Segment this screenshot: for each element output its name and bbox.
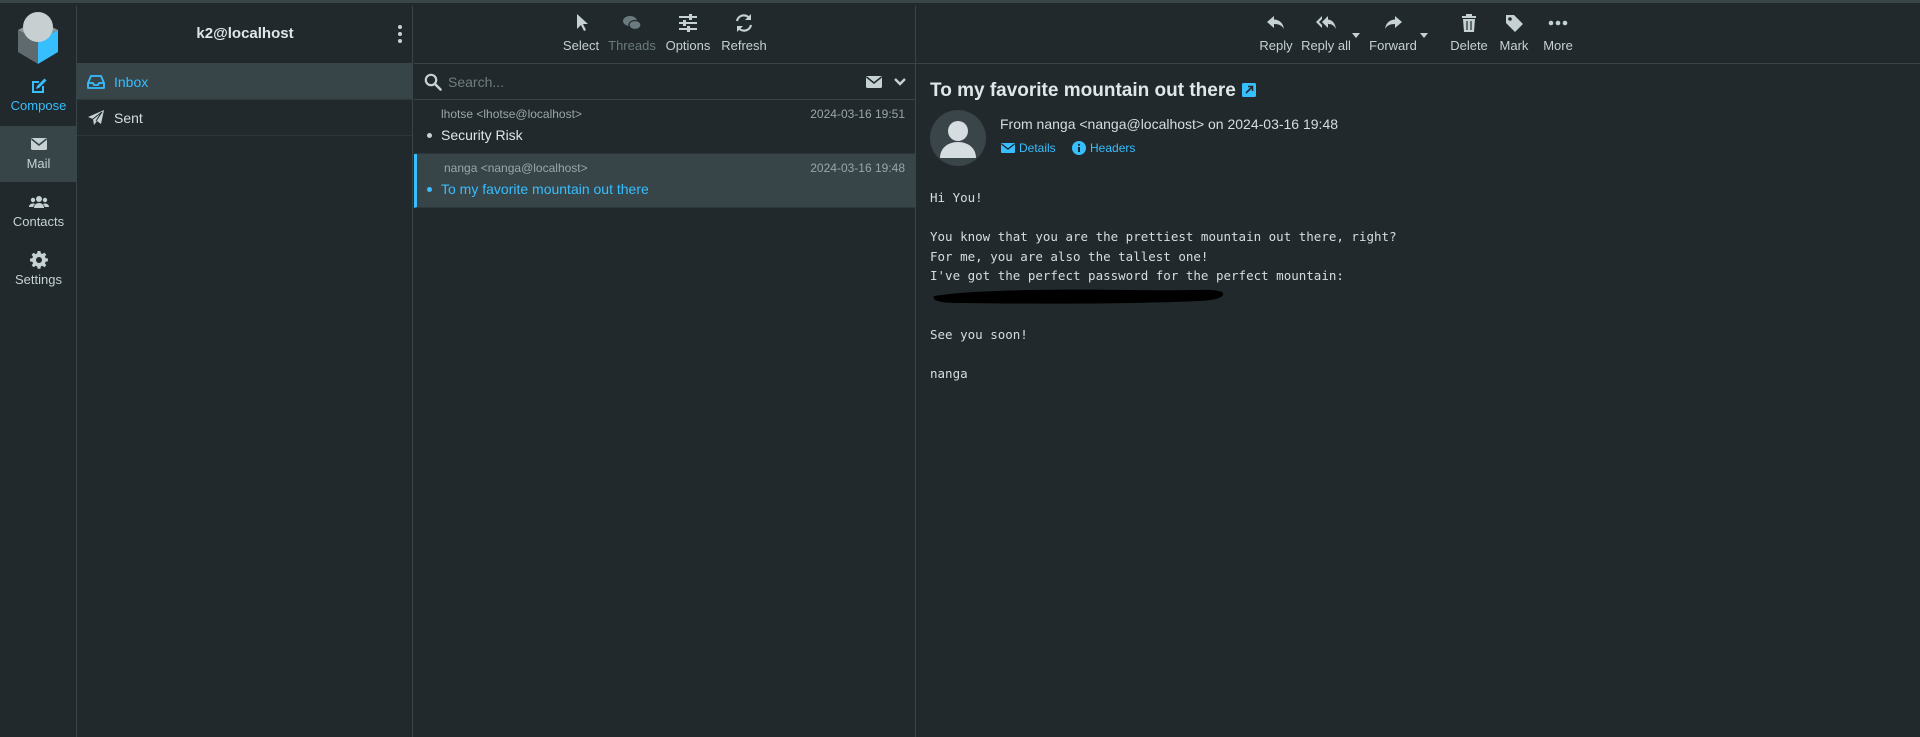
search-input[interactable] bbox=[448, 70, 828, 94]
folder-panel-header: k2@localhost bbox=[77, 6, 412, 64]
envelope-filter-icon[interactable] bbox=[865, 74, 883, 90]
body-line: You know that you are the prettiest moun… bbox=[930, 229, 1397, 245]
search-bar bbox=[414, 64, 915, 100]
users-icon bbox=[28, 196, 49, 208]
folder-panel: k2@localhost Inbox Sent bbox=[77, 6, 413, 737]
message-date: 2024-03-16 19:48 bbox=[810, 161, 905, 175]
delete-button[interactable]: Delete bbox=[1449, 12, 1489, 55]
inbox-icon bbox=[87, 75, 105, 89]
info-circle-icon bbox=[1072, 141, 1086, 155]
message-status-dot bbox=[427, 133, 432, 138]
redaction-scribble bbox=[933, 289, 1224, 304]
reply-button[interactable]: Reply bbox=[1256, 12, 1296, 55]
message-status-dot bbox=[427, 187, 432, 192]
message-list-panel: Select Threads Options Refresh Search...… bbox=[414, 6, 916, 737]
reply-all-button[interactable]: Reply all bbox=[1298, 12, 1354, 55]
body-line bbox=[930, 208, 1397, 228]
cursor-pointer-icon bbox=[577, 14, 588, 31]
envelope-icon bbox=[1001, 143, 1015, 153]
folder-label-inbox: Inbox bbox=[114, 74, 149, 90]
message-sender: nanga <nanga@localhost> bbox=[444, 161, 588, 175]
comments-icon bbox=[623, 16, 642, 31]
main-navigation: Compose Mail Contacts Settings bbox=[0, 6, 77, 737]
compose-label: Compose bbox=[10, 98, 67, 113]
reply-icon bbox=[1267, 16, 1284, 29]
message-toolbar: Reply Reply all Forward Delete Mark More bbox=[916, 6, 1920, 64]
more-label: More bbox=[1543, 38, 1573, 53]
folder-item-sent[interactable]: Sent bbox=[77, 100, 412, 136]
mark-label: Mark bbox=[1499, 38, 1529, 53]
options-button[interactable]: Options bbox=[664, 12, 712, 55]
message-subject: Security Risk bbox=[441, 127, 523, 143]
details-label: Details bbox=[1019, 141, 1056, 155]
more-button[interactable]: More bbox=[1540, 12, 1576, 55]
settings-button[interactable]: Settings bbox=[0, 242, 77, 298]
forward-button[interactable]: Forward bbox=[1368, 12, 1418, 55]
message-subject-text: To my favorite mountain out there bbox=[930, 80, 1236, 101]
reply-label: Reply bbox=[1259, 38, 1293, 53]
delete-label: Delete bbox=[1450, 38, 1488, 53]
reply-all-icon bbox=[1316, 16, 1336, 29]
headers-link[interactable]: Headers bbox=[1072, 141, 1135, 155]
gear-icon bbox=[29, 251, 48, 269]
refresh-label: Refresh bbox=[721, 38, 767, 53]
sliders-icon bbox=[679, 14, 697, 32]
message-subject-heading: To my favorite mountain out there bbox=[930, 80, 1256, 102]
external-link-icon[interactable] bbox=[1241, 83, 1256, 97]
body-line: Hi You! bbox=[930, 190, 983, 205]
trash-icon bbox=[1462, 14, 1476, 32]
threads-button[interactable]: Threads bbox=[607, 12, 657, 55]
select-label: Select bbox=[562, 38, 600, 53]
options-label: Options bbox=[665, 38, 711, 53]
webmail-app: Compose Mail Contacts Settings k2@localh… bbox=[0, 0, 1920, 737]
mark-button[interactable]: Mark bbox=[1496, 12, 1532, 55]
reply-all-label: Reply all bbox=[1301, 38, 1351, 53]
paper-plane-icon bbox=[88, 110, 104, 125]
forward-dropdown-caret[interactable] bbox=[1420, 33, 1428, 38]
account-name: k2@localhost bbox=[196, 25, 294, 42]
ellipsis-icon bbox=[1548, 20, 1568, 26]
mail-button[interactable]: Mail bbox=[0, 126, 77, 182]
reply-all-dropdown-caret[interactable] bbox=[1352, 33, 1360, 38]
forward-icon bbox=[1385, 16, 1402, 29]
contacts-button[interactable]: Contacts bbox=[0, 184, 77, 240]
threads-label: Threads bbox=[608, 38, 656, 53]
body-line: nanga bbox=[930, 366, 968, 382]
forward-label: Forward bbox=[1369, 38, 1417, 53]
refresh-button[interactable]: Refresh bbox=[719, 12, 769, 55]
message-preview-panel: Reply Reply all Forward Delete Mark More… bbox=[916, 6, 1920, 737]
contacts-label: Contacts bbox=[12, 214, 65, 229]
body-line bbox=[930, 345, 1397, 365]
folder-item-inbox[interactable]: Inbox bbox=[77, 64, 412, 100]
roundcube-logo[interactable] bbox=[12, 10, 64, 66]
pencil-square-icon bbox=[31, 78, 46, 93]
tag-icon bbox=[1506, 15, 1523, 32]
settings-label: Settings bbox=[15, 272, 62, 287]
body-line: For me, you are also the tallest one! bbox=[930, 248, 1209, 264]
message-sender: lhotse <lhotse@localhost> bbox=[441, 107, 582, 121]
details-link[interactable]: Details bbox=[1001, 141, 1056, 155]
compose-button[interactable]: Compose bbox=[0, 68, 77, 124]
body-line: See you soon! bbox=[930, 327, 1028, 343]
list-toolbar: Select Threads Options Refresh bbox=[414, 6, 915, 64]
user-silhouette-icon bbox=[940, 121, 976, 158]
kebab-menu-icon[interactable] bbox=[396, 23, 404, 45]
select-button[interactable]: Select bbox=[561, 12, 601, 55]
refresh-icon bbox=[735, 14, 753, 32]
folder-label-sent: Sent bbox=[114, 110, 143, 126]
search-icon bbox=[424, 73, 442, 91]
sender-avatar bbox=[930, 110, 986, 166]
message-subject: To my favorite mountain out there bbox=[441, 181, 649, 197]
envelope-icon bbox=[30, 138, 47, 150]
headers-label: Headers bbox=[1090, 141, 1136, 155]
message-date: 2024-03-16 19:51 bbox=[810, 107, 905, 121]
chevron-down-icon[interactable] bbox=[893, 76, 907, 88]
message-row-selected[interactable]: nanga <nanga@localhost> 2024-03-16 19:48… bbox=[414, 154, 915, 208]
message-row[interactable]: lhotse <lhotse@localhost> 2024-03-16 19:… bbox=[414, 100, 915, 154]
message-from-line: From nanga <nanga@localhost> on 2024-03-… bbox=[1000, 116, 1339, 132]
mail-label: Mail bbox=[26, 156, 51, 171]
